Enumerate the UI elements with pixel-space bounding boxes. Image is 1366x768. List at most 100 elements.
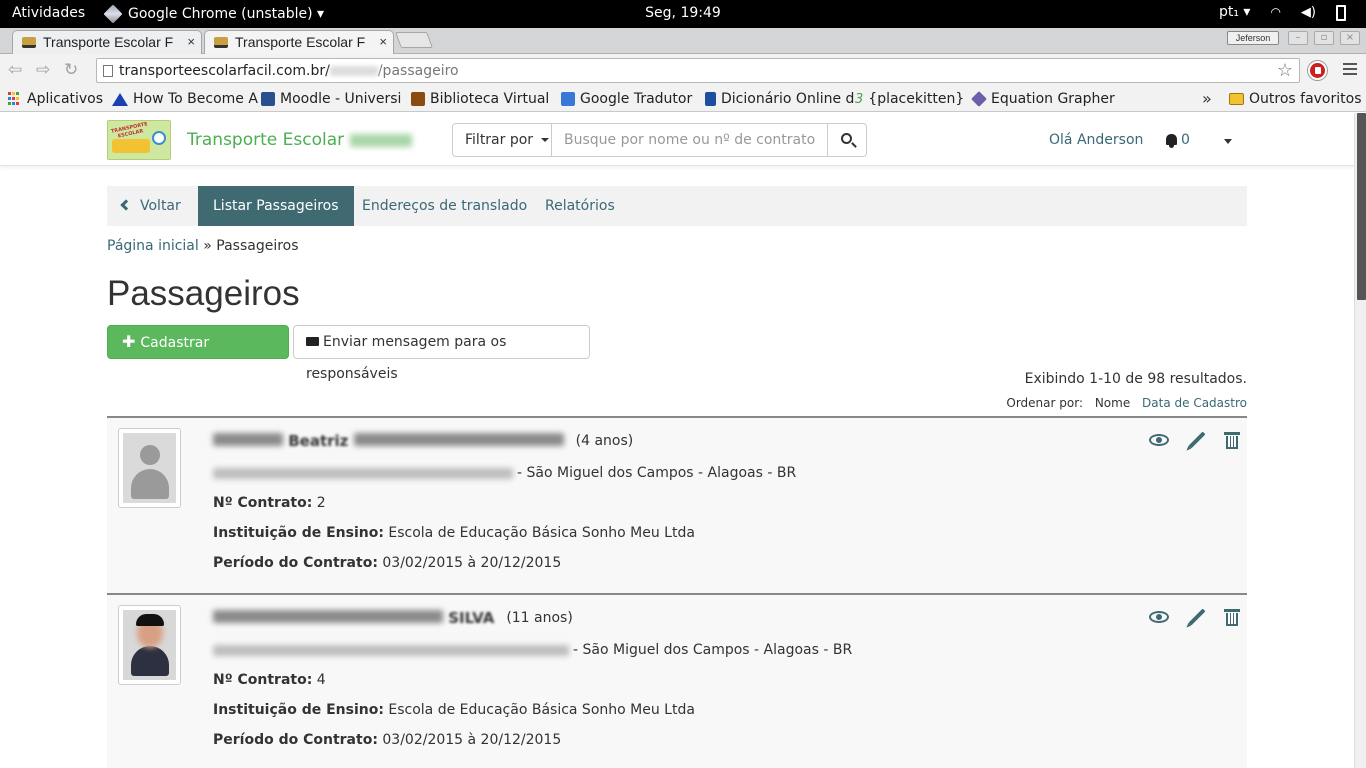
passenger-name-row: Beatriz (4 anos) xyxy=(213,432,633,450)
name-redacted xyxy=(213,433,283,446)
chrome-menu-icon[interactable] xyxy=(1343,63,1357,78)
battery-icon[interactable] xyxy=(1336,5,1346,21)
bookmark-item[interactable]: Biblioteca Virtual xyxy=(411,91,549,107)
bookmark-item[interactable]: Google Tradutor xyxy=(561,91,692,107)
delete-trash-icon[interactable] xyxy=(1224,608,1240,626)
maximize-window-button[interactable]: ▫ xyxy=(1314,31,1334,45)
passenger-card: Beatriz (4 anos) - São Miguel dos Campos… xyxy=(107,416,1247,593)
minimize-window-button[interactable]: – xyxy=(1288,31,1308,45)
search-input[interactable] xyxy=(552,123,828,157)
name-redacted xyxy=(353,433,564,446)
tab-list-passengers[interactable]: Listar Passageiros xyxy=(198,186,354,226)
bookmarks-overflow-button[interactable]: » xyxy=(1202,89,1212,108)
page-scrollbar[interactable] xyxy=(1354,113,1366,768)
sort-by-date[interactable]: Data de Cadastro xyxy=(1142,396,1247,410)
url-redacted-segment xyxy=(329,66,378,76)
delete-trash-icon[interactable] xyxy=(1224,431,1240,449)
web-page: TRANSPORTE ESCOLAR Transporte Escolar Fil… xyxy=(0,113,1354,768)
chevron-left-icon xyxy=(120,199,132,211)
keyboard-layout[interactable]: pt₁ ▾ xyxy=(1219,4,1250,20)
tab-strip: Transporte Escolar F × Transporte Escola… xyxy=(0,28,1366,54)
apps-icon xyxy=(8,92,22,106)
caret-down-icon xyxy=(540,138,549,142)
grapher-icon xyxy=(971,91,987,107)
edit-pencil-icon[interactable] xyxy=(1188,608,1206,626)
site-brand[interactable]: Transporte Escolar xyxy=(187,130,413,150)
passenger-photo-image xyxy=(123,610,176,680)
close-tab-icon[interactable]: × xyxy=(379,34,387,49)
site-logo[interactable]: TRANSPORTE ESCOLAR xyxy=(107,120,171,160)
page-icon xyxy=(103,65,113,77)
browser-tab[interactable]: Transporte Escolar F × xyxy=(12,30,202,54)
contract-number: Nº Contrato: 2 xyxy=(213,495,326,511)
kitten-icon: 3 xyxy=(855,91,864,107)
adblock-extension-icon[interactable] xyxy=(1308,61,1327,80)
system-tray: pt₁ ▾ ◠ ◀) xyxy=(1219,4,1346,21)
app-menu[interactable]: Google Chrome (unstable) ▾ xyxy=(103,4,324,24)
bookmark-apps[interactable]: Aplicativos xyxy=(8,91,103,107)
edit-pencil-icon[interactable] xyxy=(1188,431,1206,449)
bookmark-item[interactable]: Dicionário Online d xyxy=(705,91,854,107)
search-button[interactable] xyxy=(828,123,867,157)
bell-icon xyxy=(1166,133,1177,148)
card-actions xyxy=(1149,430,1240,450)
plus-icon: ✚ xyxy=(122,332,136,351)
system-top-bar: Atividades Google Chrome (unstable) ▾ Se… xyxy=(0,0,1366,28)
tab-transfer-addresses[interactable]: Endereços de translado xyxy=(347,186,542,226)
search-group: Filtrar por xyxy=(452,123,867,157)
contract-period: Período do Contrato: 03/02/2015 à 20/12/… xyxy=(213,732,562,748)
add-passenger-button[interactable]: ✚ Cadastrar Passageiro xyxy=(107,325,289,383)
bookmark-item[interactable]: Moodle - Universi xyxy=(261,91,401,107)
browser-toolbar: ⇦ ⇨ ↻ transporteescolarfacil.com.br/ /pas… xyxy=(0,54,1366,86)
view-eye-icon[interactable] xyxy=(1149,611,1169,623)
contract-number: Nº Contrato: 4 xyxy=(213,672,326,688)
close-tab-icon[interactable]: × xyxy=(187,34,195,49)
filter-dropdown[interactable]: Filtrar por xyxy=(452,123,552,157)
bookmark-item[interactable]: Equation Grapher xyxy=(971,91,1115,107)
contract-period: Período do Contrato: 03/02/2015 à 20/12/… xyxy=(213,555,562,571)
sort-by-name[interactable]: Nome xyxy=(1095,396,1130,410)
view-eye-icon[interactable] xyxy=(1149,434,1169,446)
new-tab-button[interactable] xyxy=(395,32,433,48)
passenger-name: SILVA xyxy=(448,609,495,627)
close-window-button[interactable]: × xyxy=(1340,31,1360,45)
back-link[interactable]: Voltar xyxy=(107,186,196,226)
other-bookmarks-folder[interactable]: Outros favoritos xyxy=(1229,91,1362,107)
notifications-button[interactable]: 0 xyxy=(1166,132,1190,148)
avatar-placeholder-icon xyxy=(123,433,176,503)
breadcrumb-separator: » xyxy=(203,238,212,254)
comment-icon xyxy=(306,337,319,346)
volume-icon[interactable]: ◀) xyxy=(1301,5,1316,20)
bookmark-item[interactable]: How To Become A xyxy=(112,91,258,107)
user-menu-caret-icon[interactable] xyxy=(1224,139,1232,144)
back-arrow-icon[interactable]: ⇦ xyxy=(8,60,22,80)
scrollbar-thumb[interactable] xyxy=(1357,113,1366,300)
breadcrumb-current: Passageiros xyxy=(216,238,299,254)
bookmark-star-icon[interactable]: ☆ xyxy=(1277,60,1293,81)
user-greeting[interactable]: Olá Anderson xyxy=(1049,132,1143,148)
passenger-photo[interactable] xyxy=(118,605,181,685)
browser-tab-active[interactable]: Transporte Escolar F × xyxy=(204,30,394,54)
sort-label: Ordenar por: xyxy=(1006,396,1083,410)
bookmark-item[interactable]: 3 {placekitten} xyxy=(855,91,964,107)
folder-icon xyxy=(1229,93,1244,105)
url-path: /passageiro xyxy=(377,63,459,79)
site-navbar: TRANSPORTE ESCOLAR Transporte Escolar Fil… xyxy=(0,113,1354,166)
activities-button[interactable]: Atividades xyxy=(12,5,85,21)
address-bar[interactable]: transporteescolarfacil.com.br/ /passageir… xyxy=(96,58,1300,83)
forward-arrow-icon[interactable]: ⇨ xyxy=(36,60,50,80)
wifi-icon[interactable]: ◠ xyxy=(1270,5,1280,19)
passenger-name-row: SILVA (11 anos) xyxy=(213,609,573,627)
passenger-card: SILVA (11 anos) - São Miguel dos Campos … xyxy=(107,593,1247,768)
tab-reports[interactable]: Relatórios xyxy=(530,186,630,226)
passenger-photo[interactable] xyxy=(118,428,181,508)
bookmarks-bar: Aplicativos How To Become A Moodle - Uni… xyxy=(0,86,1366,112)
results-summary: Exibindo 1-10 de 98 resultados. xyxy=(1024,371,1247,387)
send-message-button[interactable]: Enviar mensagem para os responsáveis xyxy=(293,325,590,382)
breadcrumb-home-link[interactable]: Página inicial xyxy=(107,238,199,254)
notification-count: 0 xyxy=(1181,132,1190,148)
school-bus-icon xyxy=(112,139,150,153)
translate-icon xyxy=(561,92,575,106)
profile-badge[interactable]: Jeferson xyxy=(1227,31,1279,45)
reload-icon[interactable]: ↻ xyxy=(64,60,78,80)
